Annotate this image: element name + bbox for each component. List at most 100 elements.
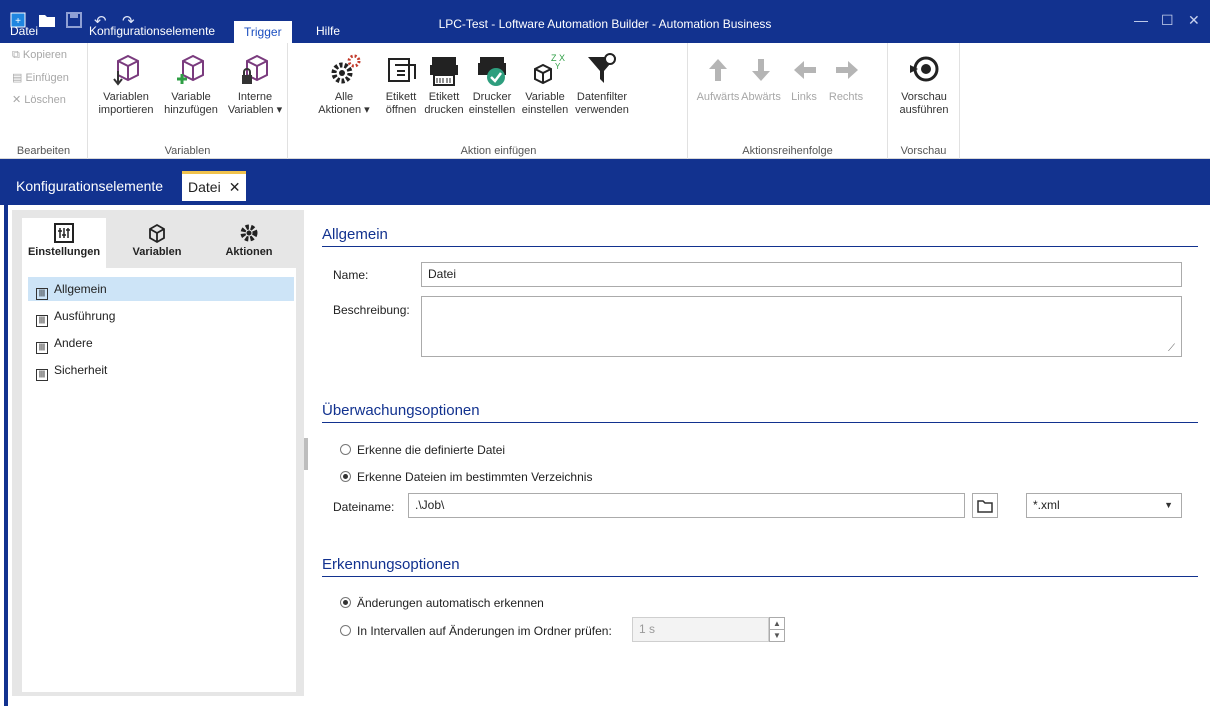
tab-konfigurationselemente[interactable]: Konfigurationselemente xyxy=(10,171,169,201)
kopieren-button[interactable]: ⧉ Kopieren xyxy=(12,49,67,62)
close-window-icon[interactable]: ✕ xyxy=(1188,12,1200,29)
group-aktionsreihenfolge: Aufwärts Abwärts Links Rechts Aktionsrei… xyxy=(688,43,888,159)
copy-icon: ⧉ xyxy=(12,49,23,61)
sidetab-einstellungen[interactable]: Einstellungen xyxy=(22,218,106,268)
nav-item-ausfuehrung[interactable]: ||| Ausführung xyxy=(28,304,294,328)
file-filter-value: *.xml xyxy=(1033,498,1060,512)
section-divider xyxy=(322,576,1198,577)
settings-icon: ||| xyxy=(36,288,48,300)
ribbon: ⧉ Kopieren ▤ Einfügen ✕ Löschen Bearbeit… xyxy=(0,43,1210,159)
section-title-ueberwachung: Überwachungsoptionen xyxy=(322,402,480,419)
paste-icon: ▤ xyxy=(12,72,26,84)
group-label-aktion: Aktion einfügen xyxy=(460,145,537,157)
group-bearbeiten: ⧉ Kopieren ▤ Einfügen ✕ Löschen Bearbeit… xyxy=(0,43,88,159)
filter-icon xyxy=(588,53,616,83)
menu-trigger[interactable]: Trigger xyxy=(234,21,292,43)
datenfilter-verwenden-button[interactable]: Datenfilter verwenden xyxy=(572,49,632,117)
settings-sliders-icon xyxy=(54,223,74,243)
settings-icon: ||| xyxy=(36,369,48,381)
radio-indicator-selected xyxy=(340,597,351,608)
group-aktion-einfuegen: Alle Aktionen ▾ Etikett öffnen Etikett druc… xyxy=(310,43,688,159)
interval-field[interactable]: 1 s xyxy=(632,617,769,642)
group-vorschau: Vorschau ausführen Vorschau xyxy=(888,43,960,159)
internal-variables-icon xyxy=(242,54,268,84)
nav-item-allgemein[interactable]: ||| Allgemein xyxy=(28,277,294,301)
einfuegen-button[interactable]: ▤ Einfügen xyxy=(12,71,69,84)
svg-text:Y: Y xyxy=(555,62,561,71)
radio-indicator-selected xyxy=(340,471,351,482)
panel-splitter[interactable] xyxy=(304,438,308,470)
gears-icon xyxy=(331,54,361,84)
name-label: Name: xyxy=(333,268,369,282)
add-variable-icon xyxy=(177,54,204,84)
section-divider xyxy=(322,246,1198,247)
name-field[interactable]: Datei xyxy=(421,262,1182,287)
resize-grip-icon[interactable]: ⟋ xyxy=(1168,343,1175,354)
arrow-down-icon xyxy=(752,59,770,81)
radio-automatisch[interactable]: Änderungen automatisch erkennen xyxy=(340,596,544,610)
menu-hilfe[interactable]: Hilfe xyxy=(316,22,340,42)
minimize-icon[interactable]: — xyxy=(1134,12,1148,28)
maximize-icon[interactable]: ☐ xyxy=(1161,12,1174,29)
chevron-down-icon: ▼ xyxy=(1164,500,1173,510)
sidetab-aktionen[interactable]: Aktionen xyxy=(204,218,294,268)
close-tab-icon[interactable]: ✕ xyxy=(229,179,241,195)
import-variables-icon xyxy=(113,54,139,86)
window-frame-left xyxy=(4,205,8,706)
radio-definierte-datei[interactable]: Erkenne die definierte Datei xyxy=(340,443,505,457)
interne-variablen-button[interactable]: Interne Variablen ▾ xyxy=(226,49,284,117)
group-label-variablen: Variablen xyxy=(164,145,211,157)
run-preview-icon xyxy=(910,56,939,82)
radio-indicator xyxy=(340,625,351,636)
group-label-reihenfolge: Aktionsreihenfolge xyxy=(742,145,833,157)
group-label-bearbeiten: Bearbeiten xyxy=(16,145,71,157)
menu-datei[interactable]: Datei xyxy=(10,22,38,42)
abwaerts-button[interactable]: Abwärts xyxy=(740,49,782,104)
section-title-erkennung: Erkennungsoptionen xyxy=(322,556,460,573)
settings-icon: ||| xyxy=(36,315,48,327)
delete-icon: ✕ xyxy=(12,94,25,106)
drucker-einstellen-button[interactable]: Drucker einstellen xyxy=(466,49,518,117)
spin-down-icon[interactable]: ▼ xyxy=(769,629,785,642)
arrow-up-icon xyxy=(709,59,727,81)
radio-indicator xyxy=(340,444,351,455)
printer-settings-icon xyxy=(478,57,506,86)
variable-hinzufuegen-button[interactable]: Variable hinzufügen xyxy=(160,49,222,117)
nav-item-sicherheit[interactable]: ||| Sicherheit xyxy=(28,358,294,382)
nav-item-andere[interactable]: ||| Andere xyxy=(28,331,294,355)
dateiname-field[interactable]: .\Job\ xyxy=(408,493,965,518)
etikett-drucken-button[interactable]: Etikett drucken xyxy=(422,49,466,117)
group-label-vorschau: Vorschau xyxy=(900,145,947,157)
dateiname-label: Dateiname: xyxy=(333,500,395,514)
radio-verzeichnis[interactable]: Erkenne Dateien im bestimmten Verzeichni… xyxy=(340,470,592,484)
gear-icon xyxy=(240,224,258,242)
variable-einstellen-button[interactable]: Z XY Variable einstellen xyxy=(518,49,572,117)
rechts-button[interactable]: Rechts xyxy=(824,49,868,104)
vorschau-ausfuehren-button[interactable]: Vorschau ausführen xyxy=(894,49,954,117)
aufwaerts-button[interactable]: Aufwärts xyxy=(696,49,740,104)
group-variablen: Variablen importieren Variable hinzufügen … xyxy=(88,43,288,159)
settings-icon: ||| xyxy=(36,342,48,354)
alle-aktionen-button[interactable]: Alle Aktionen ▾ xyxy=(314,49,374,117)
tab-datei[interactable]: Datei ✕ xyxy=(182,171,247,201)
menu-konfigurationselemente[interactable]: Konfigurationselemente xyxy=(89,22,215,42)
beschreibung-field[interactable] xyxy=(421,296,1182,357)
variablen-importieren-button[interactable]: Variablen importieren xyxy=(94,49,158,117)
folder-icon xyxy=(977,500,993,513)
radio-intervalle[interactable]: In Intervallen auf Änderungen im Ordner … xyxy=(340,624,612,638)
sidetab-variablen[interactable]: Variablen xyxy=(112,218,202,268)
cube-icon xyxy=(149,223,165,244)
section-divider xyxy=(322,422,1198,423)
loeschen-button[interactable]: ✕ Löschen xyxy=(12,93,66,106)
tab-datei-label: Datei xyxy=(188,179,221,195)
arrow-right-icon xyxy=(836,61,858,79)
browse-folder-button[interactable] xyxy=(972,493,998,518)
arrow-left-icon xyxy=(794,61,816,79)
file-filter-select[interactable]: *.xml ▼ xyxy=(1026,493,1182,518)
section-title-allgemein: Allgemein xyxy=(322,226,388,243)
beschreibung-label: Beschreibung: xyxy=(333,303,410,317)
open-label-icon xyxy=(388,58,416,82)
set-variable-icon: Z XY xyxy=(534,53,565,85)
etikett-oeffnen-button[interactable]: Etikett öffnen xyxy=(380,49,422,117)
links-button[interactable]: Links xyxy=(784,49,824,104)
